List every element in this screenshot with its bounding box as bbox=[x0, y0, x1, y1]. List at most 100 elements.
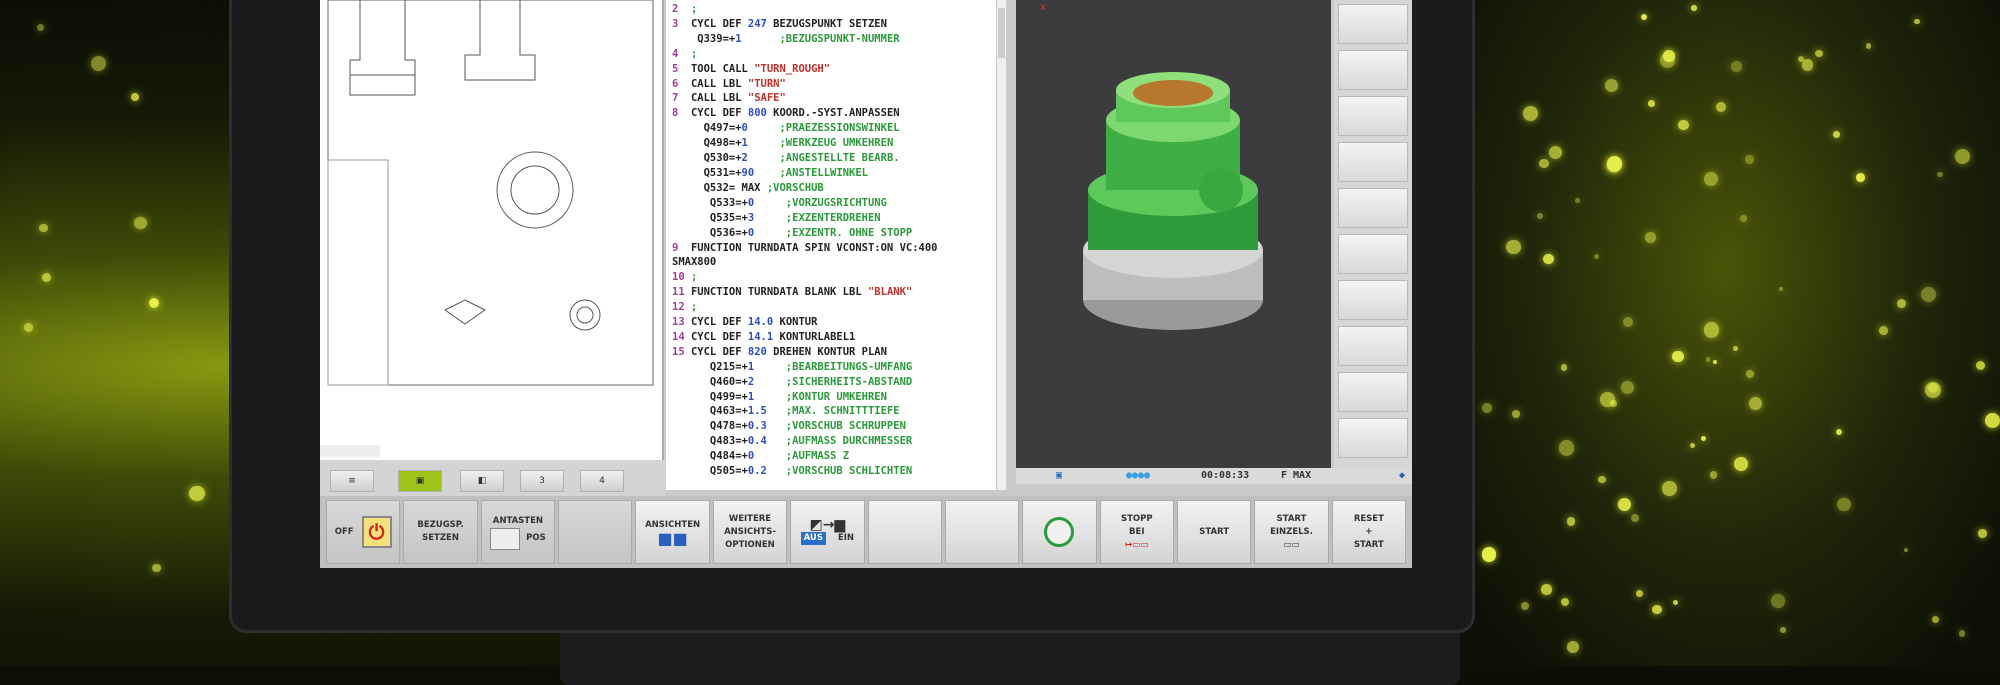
bokeh-dot bbox=[1617, 498, 1631, 512]
empty-softkey[interactable] bbox=[867, 500, 942, 564]
code-line[interactable]: 13 CYCL DEF 14.0 KONTUR bbox=[672, 315, 1006, 330]
bokeh-dot bbox=[1672, 350, 1684, 363]
code-token-kw: CYCL DEF bbox=[690, 345, 748, 358]
power-off-softkey[interactable]: OFF ⏻ bbox=[326, 500, 401, 564]
bokeh-dot bbox=[1566, 640, 1579, 653]
code-line[interactable]: 4 ; bbox=[672, 47, 1006, 62]
code-line[interactable]: Q339=+1 ;BEZUGSPUNKT-NUMMER bbox=[672, 32, 1006, 47]
code-line[interactable]: 5 TOOL CALL "TURN_ROUGH" bbox=[672, 62, 1006, 77]
more-view-options-softkey[interactable]: WEITERE ANSICHTS- OPTIONEN bbox=[712, 500, 788, 564]
code-token-cm: ; bbox=[690, 47, 698, 60]
code-token-cm: ;WERKZEUG UMKEHREN bbox=[747, 137, 894, 150]
tool-path-toggle-softkey[interactable]: ◩→▆ AUS EIN bbox=[790, 500, 865, 564]
vertical-softkey[interactable] bbox=[1338, 188, 1408, 228]
bokeh-dot bbox=[1691, 5, 1697, 11]
code-line[interactable]: 2 ; bbox=[672, 2, 1006, 17]
bokeh-dot bbox=[134, 216, 147, 230]
override-dial-softkey[interactable] bbox=[1022, 500, 1097, 564]
code-line[interactable]: Q531=+90 ;ANSTELLWINKEL bbox=[672, 166, 1006, 181]
code-line[interactable]: Q463=+1.5 ;MAX. SCHNITTTIEFE bbox=[672, 404, 1006, 419]
code-token-kw: CYCL DEF bbox=[690, 17, 748, 30]
vertical-softkey[interactable] bbox=[1338, 96, 1408, 136]
view-cube-icons: ■■ bbox=[657, 529, 688, 548]
vertical-softkey[interactable] bbox=[1338, 280, 1408, 320]
views-softkey[interactable]: ANSICHTEN ■■ bbox=[635, 500, 710, 564]
code-line[interactable]: Q484=+0 ;AUFMASS Z bbox=[672, 449, 1006, 464]
reset-start-softkey[interactable]: RESET + START bbox=[1331, 500, 1407, 564]
scrollbar[interactable] bbox=[996, 0, 1006, 490]
vertical-softkey[interactable] bbox=[1338, 4, 1408, 44]
code-line[interactable]: Q505=+0.2 ;VORSCHUB SCHLICHTEN bbox=[672, 464, 1006, 479]
desktop-4-button[interactable]: 4 bbox=[580, 470, 624, 492]
code-line[interactable]: Q535=+3 ;EXZENTERDREHEN bbox=[672, 211, 1006, 226]
3d-simulation-view[interactable]: x bbox=[1016, 0, 1331, 468]
scrollbar-thumb[interactable] bbox=[998, 8, 1005, 58]
vertical-softkey[interactable] bbox=[1338, 142, 1408, 182]
bokeh-dot bbox=[1733, 346, 1738, 351]
bokeh-dot bbox=[1598, 476, 1606, 484]
code-line[interactable]: Q536=+0 ;EXZENTR. OHNE STOPP bbox=[672, 226, 1006, 241]
start-single-block-softkey[interactable]: START EINZELS. ▭▭ bbox=[1254, 500, 1329, 564]
code-line[interactable]: 11 FUNCTION TURNDATA BLANK LBL "BLANK" bbox=[672, 285, 1006, 300]
vertical-softkey[interactable] bbox=[1338, 418, 1408, 458]
code-line[interactable]: 8 CYCL DEF 800 KOORD.-SYST.ANPASSEN bbox=[672, 106, 1006, 121]
code-line[interactable]: Q498=+1 ;WERKZEUG UMKEHREN bbox=[672, 136, 1006, 151]
vertical-softkey[interactable] bbox=[1338, 50, 1408, 90]
code-line[interactable]: 3 CYCL DEF 247 BEZUGSPUNKT SETZEN bbox=[672, 17, 1006, 32]
code-line[interactable]: 15 CYCL DEF 820 DREHEN KONTUR PLAN bbox=[672, 345, 1006, 360]
code-line[interactable]: 10 ; bbox=[672, 270, 1006, 285]
code-line[interactable]: 12 ; bbox=[672, 300, 1006, 315]
desktop-3-button[interactable]: 3 bbox=[520, 470, 564, 492]
empty-softkey[interactable] bbox=[944, 500, 1020, 564]
layout-program-graphic-button[interactable]: ▣ bbox=[398, 470, 442, 492]
bokeh-dot bbox=[1815, 49, 1823, 58]
code-line[interactable]: Q483=+0.4 ;AUFMASS DURCHMESSER bbox=[672, 434, 1006, 449]
code-token-kw: CYCL DEF bbox=[690, 107, 748, 120]
code-line[interactable]: Q533=+0 ;VORZUGSRICHTUNG bbox=[672, 196, 1006, 211]
vertical-softkey[interactable] bbox=[1338, 372, 1408, 412]
code-token-kw: Q505=+ bbox=[672, 465, 748, 478]
stop-at-softkey[interactable]: STOPP BEI ↦▭▭ bbox=[1099, 500, 1174, 564]
code-line[interactable]: 14 CYCL DEF 14.1 KONTURLABEL1 bbox=[672, 330, 1006, 345]
code-token-num: 820 bbox=[747, 345, 767, 358]
bokeh-dot bbox=[1512, 409, 1520, 418]
code-line[interactable]: Q478=+0.3 ;VORSCHUB SCHRUPPEN bbox=[672, 419, 1006, 434]
code-line[interactable]: Q532= MAX ;VORSCHUB bbox=[672, 181, 1006, 196]
start-softkey[interactable]: START bbox=[1176, 500, 1252, 564]
vertical-softkey[interactable] bbox=[1338, 326, 1408, 366]
label: START bbox=[1199, 526, 1230, 537]
label: START bbox=[1276, 513, 1307, 524]
code-line[interactable]: Q497=+0 ;PRAEZESSIONSWINKEL bbox=[672, 121, 1006, 136]
code-line[interactable]: 6 CALL LBL "TURN" bbox=[672, 77, 1006, 92]
bokeh-dot bbox=[1896, 299, 1906, 308]
code-line[interactable]: SMAX800 bbox=[672, 255, 1006, 270]
horizontal-softkey-bar: OFF ⏻ BEZUGSP. SETZEN ANTASTEN POS ANSIC… bbox=[320, 496, 1412, 568]
code-token-kw: Q530=+ bbox=[672, 152, 742, 165]
bokeh-dot bbox=[90, 55, 106, 72]
code-line[interactable]: Q215=+1 ;BEARBEITUNGS-UMFANG bbox=[672, 360, 1006, 375]
bokeh-dot bbox=[1937, 171, 1943, 178]
code-token-kw: CALL LBL bbox=[690, 92, 748, 105]
empty-softkey[interactable] bbox=[558, 500, 633, 564]
code-line[interactable]: Q460=+2 ;SICHERHEITS-ABSTAND bbox=[672, 375, 1006, 390]
menu-icon[interactable]: ≡ bbox=[330, 470, 374, 492]
feed-rate: F MAX bbox=[1281, 470, 1312, 481]
code-line[interactable]: Q499=+1 ;KONTUR UMKEHREN bbox=[672, 390, 1006, 405]
code-token-num: 90 bbox=[741, 166, 755, 179]
code-token-num: 1.5 bbox=[747, 405, 767, 418]
vertical-softkey[interactable] bbox=[1338, 234, 1408, 274]
probing-softkey[interactable]: ANTASTEN POS bbox=[480, 500, 556, 564]
code-line[interactable]: 7 CALL LBL "SAFE" bbox=[672, 91, 1006, 106]
code-token-kw: Q497=+ bbox=[672, 122, 742, 135]
set-datum-softkey[interactable]: BEZUGSP. SETZEN bbox=[403, 500, 478, 564]
layout-program-button[interactable]: ◧ bbox=[460, 470, 504, 492]
nc-program-editor[interactable]: 2 ; 3 CYCL DEF 247 BEZUGSPUNKT SETZEN Q33… bbox=[666, 0, 1006, 490]
single-block-icon: ▭▭ bbox=[1283, 539, 1300, 550]
code-line[interactable]: 9 FUNCTION TURNDATA SPIN VCONST:ON VC:40… bbox=[672, 241, 1006, 256]
code-token-ln: 10 bbox=[672, 271, 691, 284]
code-token-cm: ; bbox=[690, 271, 698, 284]
bokeh-dot bbox=[189, 485, 205, 502]
expand-icon[interactable]: ◆ bbox=[1399, 470, 1405, 481]
code-line[interactable]: Q530=+2 ;ANGESTELLTE BEARB. bbox=[672, 151, 1006, 166]
code-token-ln: 6 bbox=[672, 77, 691, 90]
